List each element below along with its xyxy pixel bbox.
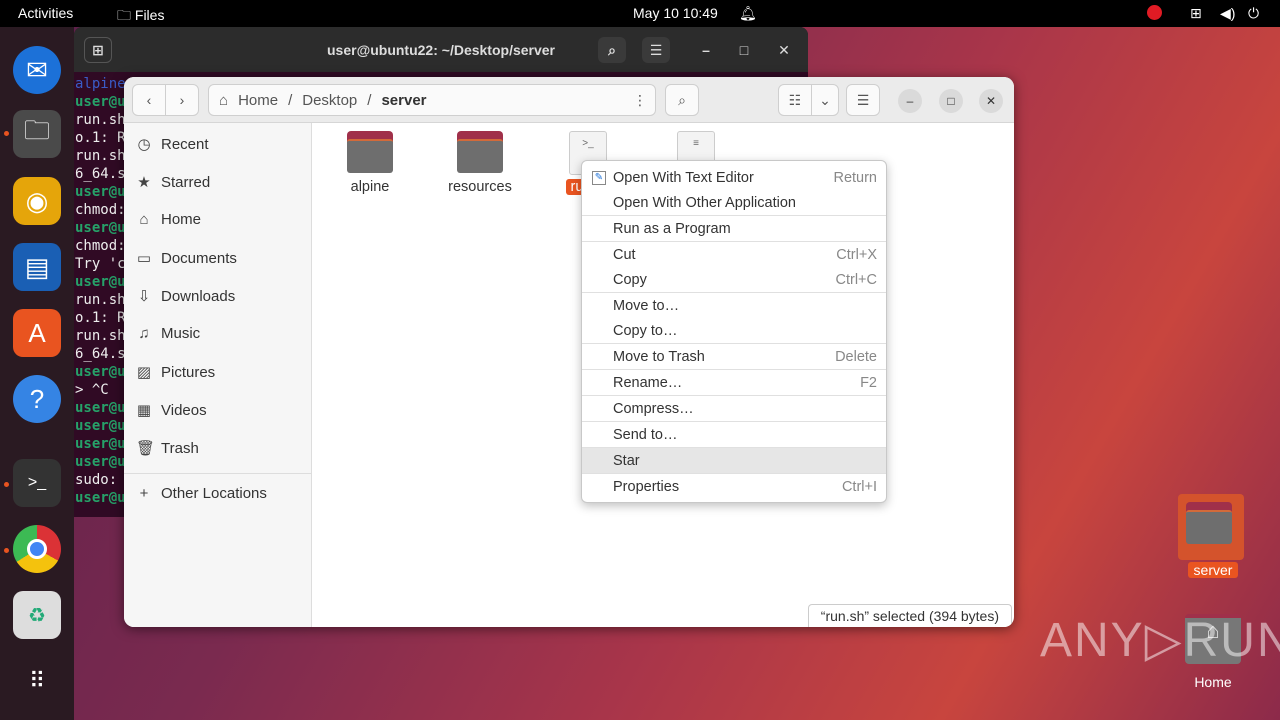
menu-item-rename[interactable]: Rename… F2	[582, 370, 886, 395]
picture-icon: ▨	[136, 364, 152, 381]
sidebar-item-home[interactable]: ⌂ Home	[136, 211, 201, 228]
menu-item-open-with-other-application[interactable]: Open With Other Application	[582, 190, 886, 215]
path-menu-icon[interactable]: ⋮	[624, 84, 656, 116]
menu-item-copy-to[interactable]: Copy to…	[582, 318, 886, 343]
writer-icon[interactable]: ▤	[13, 243, 61, 291]
menu-item-cut[interactable]: Cut Ctrl+X	[582, 242, 886, 267]
sidebar-item-downloads[interactable]: ⇩ Downloads	[136, 287, 236, 306]
folder-icon	[457, 131, 503, 173]
folder-icon	[347, 131, 393, 173]
network-icon[interactable]: ⊞	[1190, 5, 1202, 22]
search-icon[interactable]: ⌕	[598, 37, 626, 63]
music-icon: ♫	[138, 325, 150, 342]
clock[interactable]: May 10 10:49	[633, 5, 718, 21]
sidebar-item-videos[interactable]: ▦ Videos	[136, 401, 207, 420]
show-applications-icon[interactable]: ⠿	[13, 657, 61, 705]
main-menu-button[interactable]: ☰	[846, 84, 880, 116]
maximize-icon[interactable]: □	[939, 89, 963, 113]
file-item[interactable]: alpine	[320, 131, 420, 195]
files-header: ‹ › ⌂ Home / Desktop / server ⋮ ⌕ ☷ ⌄ ☰ – …	[124, 77, 1014, 123]
files-icon[interactable]: 🗀	[13, 110, 61, 158]
close-icon[interactable]: ✕	[770, 37, 798, 63]
file-item[interactable]: resources	[430, 131, 530, 195]
rhythmbox-icon[interactable]: ◉	[13, 177, 61, 225]
menu-item-compress[interactable]: Compress…	[582, 396, 886, 421]
sidebar-item-music[interactable]: ♫ Music	[136, 325, 200, 342]
home-icon: ⌂	[139, 211, 149, 228]
thunderbird-icon[interactable]: ✉	[13, 46, 61, 94]
back-button[interactable]: ‹	[132, 84, 166, 116]
trash-icon: 🗑︎	[136, 440, 156, 457]
minimize-icon[interactable]: –	[898, 89, 922, 113]
bell-icon: 🔔︎	[739, 5, 757, 21]
document-icon: ▭	[136, 250, 152, 267]
trash-icon[interactable]: ♻	[13, 591, 61, 639]
dock: ✉ 🗀 ◉ ▤ A ? >_ ♻ ⠿	[0, 27, 74, 720]
download-icon: ⇩	[137, 288, 151, 305]
record-indicator-icon[interactable]	[1147, 5, 1162, 20]
status-bar: “run.sh” selected (394 bytes)	[807, 604, 1012, 627]
menu-icon[interactable]: ☰	[642, 37, 670, 63]
chrome-icon[interactable]	[13, 525, 61, 573]
help-icon[interactable]: ?	[13, 375, 61, 423]
terminal-title: user@ubuntu22: ~/Desktop/server	[327, 41, 555, 58]
breadcrumb: ⌂ Home / Desktop / server	[208, 84, 656, 116]
anyrun-watermark: ANY▷RUN	[1040, 614, 1280, 667]
video-icon: ▦	[136, 402, 152, 419]
plus-icon: +	[139, 485, 149, 502]
text-editor-icon: ✎	[592, 170, 606, 185]
context-menu: ✎ Open With Text Editor Return Open With Ot…	[581, 160, 887, 503]
software-icon[interactable]: A	[13, 309, 61, 357]
terminal-header: ⊞ user@ubuntu22: ~/Desktop/server ⌕ ☰ – …	[74, 27, 808, 72]
sidebar: ◷ Recent ★ Starred ⌂ Home ▭ Documents ⇩ Downloads…	[124, 123, 312, 627]
maximize-icon[interactable]: □	[730, 37, 758, 63]
close-icon[interactable]: ✕	[979, 89, 1003, 113]
home-icon: ⌂	[219, 91, 229, 109]
new-tab-icon[interactable]: ⊞	[84, 37, 112, 63]
power-icon[interactable]: ⏻	[1248, 5, 1259, 22]
breadcrumb-desktop[interactable]: Desktop	[302, 92, 357, 109]
sidebar-item-documents[interactable]: ▭ Documents	[136, 249, 237, 268]
menu-item-star[interactable]: Star	[582, 448, 886, 473]
top-bar: Activities 🗀 Files May 10 10:49 🔔︎ ⊞ ◀) …	[0, 0, 1280, 27]
breadcrumb-server[interactable]: server	[381, 92, 426, 109]
terminal-icon[interactable]: >_	[13, 459, 61, 507]
star-icon: ★	[137, 174, 151, 191]
menu-item-open-with-text-editor[interactable]: ✎ Open With Text Editor Return	[582, 165, 886, 190]
menu-item-send-to[interactable]: Send to…	[582, 422, 886, 447]
sidebar-item-pictures[interactable]: ▨ Pictures	[136, 363, 215, 382]
sidebar-item-starred[interactable]: ★ Starred	[136, 173, 210, 192]
menu-item-run-as-a-program[interactable]: Run as a Program	[582, 216, 886, 241]
clock-icon: ◷	[137, 136, 151, 153]
activities-button[interactable]: Activities	[18, 5, 73, 21]
volume-icon[interactable]: ◀)	[1220, 5, 1235, 22]
sidebar-item-recent[interactable]: ◷ Recent	[136, 135, 208, 154]
breadcrumb-home[interactable]: Home	[238, 92, 278, 109]
sidebar-item-trash[interactable]: 🗑︎ Trash	[136, 439, 199, 458]
menu-item-move-to[interactable]: Move to…	[582, 293, 886, 318]
list-view-button[interactable]: ☷	[778, 84, 812, 116]
view-options-button[interactable]: ⌄	[811, 84, 839, 116]
menu-item-properties[interactable]: Properties Ctrl+I	[582, 474, 886, 499]
minimize-icon[interactable]: –	[692, 37, 720, 63]
sidebar-item-other-locations[interactable]: + Other Locations	[136, 485, 267, 502]
forward-button[interactable]: ›	[165, 84, 199, 116]
files-app-menu[interactable]: 🗀 Files	[117, 5, 164, 29]
menu-item-copy[interactable]: Copy Ctrl+C	[582, 267, 886, 292]
menu-item-move-to-trash[interactable]: Move to Trash Delete	[582, 344, 886, 369]
search-button[interactable]: ⌕	[665, 84, 699, 116]
desktop-server-folder[interactable]: server	[1178, 494, 1248, 578]
